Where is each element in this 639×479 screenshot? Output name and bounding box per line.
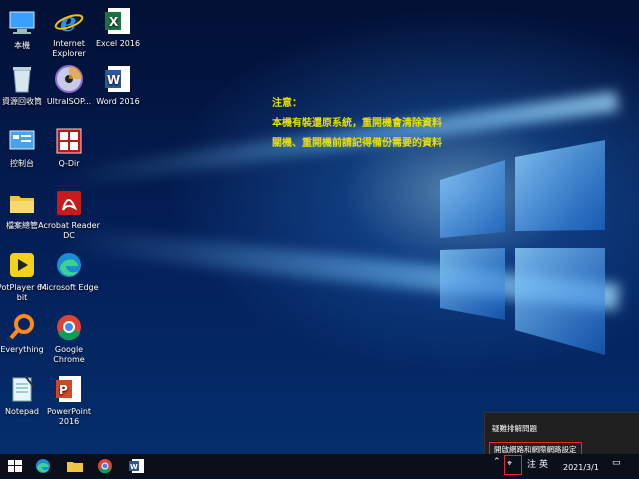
taskbar: W ⌃ ⌖ 注 英 2021/3/1 ▭ xyxy=(0,454,639,478)
desktop-icon-excel[interactable]: X Excel 2016 xyxy=(87,6,149,49)
svg-text:W: W xyxy=(130,463,138,471)
desktop-icon-q-dir[interactable]: Q-Dir xyxy=(38,126,100,169)
disc-icon xyxy=(54,64,84,94)
svg-text:X: X xyxy=(109,15,119,29)
svg-text:P: P xyxy=(59,383,68,397)
desktop-notice: 注意： 本機有裝還原系統，重開機會清除資料 關機、重開機前請記得備份需要的資料 xyxy=(272,94,442,154)
notice-heading: 注意： xyxy=(272,98,302,109)
potplayer-icon xyxy=(7,250,37,280)
icon-label: Acrobat Reader DC xyxy=(38,221,100,240)
desktop-icon-word[interactable]: W Word 2016 xyxy=(87,64,149,107)
desktop-icon-edge[interactable]: Microsoft Edge xyxy=(38,250,100,293)
svg-text:W: W xyxy=(107,73,120,87)
svg-text:e: e xyxy=(60,8,77,36)
recycle-bin-icon xyxy=(7,64,37,94)
icon-label: Q-Dir xyxy=(58,159,80,168)
desktop-icon-chrome[interactable]: Google Chrome xyxy=(38,312,100,365)
excel-icon: X xyxy=(103,6,133,36)
icon-label: PowerPoint 2016 xyxy=(46,407,92,426)
taskbar-word[interactable]: W xyxy=(128,457,146,475)
notice-line: 本機有裝還原系統，重開機會清除資料 xyxy=(272,118,442,129)
icon-label: Google Chrome xyxy=(53,345,85,364)
show-hidden-icons-chevron-icon[interactable]: ⌃ xyxy=(493,457,501,467)
word-icon: W xyxy=(129,459,144,473)
taskbar-file-explorer[interactable] xyxy=(66,457,84,475)
notification-center-icon[interactable]: ▭ xyxy=(612,458,621,468)
q-dir-icon xyxy=(54,126,84,156)
notice-line: 關機、重開機前請記得備份需要的資料 xyxy=(272,138,442,149)
icon-label: Excel 2016 xyxy=(95,39,141,48)
tray-date[interactable]: 2021/3/1 xyxy=(563,463,599,472)
chrome-icon xyxy=(54,312,84,342)
desktop-icon-acrobat[interactable]: Acrobat Reader DC xyxy=(38,188,100,241)
control-panel-icon xyxy=(7,126,37,156)
edge-icon xyxy=(36,459,50,473)
acrobat-icon xyxy=(54,188,84,218)
desktop-icon-powerpoint[interactable]: P PowerPoint 2016 xyxy=(38,374,100,427)
start-button[interactable] xyxy=(6,457,24,475)
computer-icon xyxy=(7,8,37,38)
taskbar-edge[interactable] xyxy=(34,457,52,475)
folder-icon xyxy=(67,462,83,472)
language-indicator[interactable]: 英 xyxy=(539,457,548,470)
network-icon[interactable]: ⌖ xyxy=(507,459,512,469)
powerpoint-icon: P xyxy=(54,374,84,404)
chrome-icon xyxy=(98,459,112,474)
folder-icon xyxy=(7,188,37,218)
word-icon: W xyxy=(103,64,133,94)
icon-label: Word 2016 xyxy=(96,97,140,106)
windows-logo-wallpaper xyxy=(440,140,605,355)
menu-item-troubleshoot[interactable]: 疑難排解問題 xyxy=(492,423,537,434)
icon-label: Microsoft Edge xyxy=(39,283,99,292)
edge-icon xyxy=(54,250,84,280)
notepad-icon xyxy=(7,374,37,404)
taskbar-chrome[interactable] xyxy=(96,457,114,475)
everything-search-icon xyxy=(7,312,37,342)
ime-indicator[interactable]: 注 xyxy=(527,457,536,470)
windows-start-icon xyxy=(8,460,22,472)
internet-explorer-icon: e xyxy=(54,6,84,38)
